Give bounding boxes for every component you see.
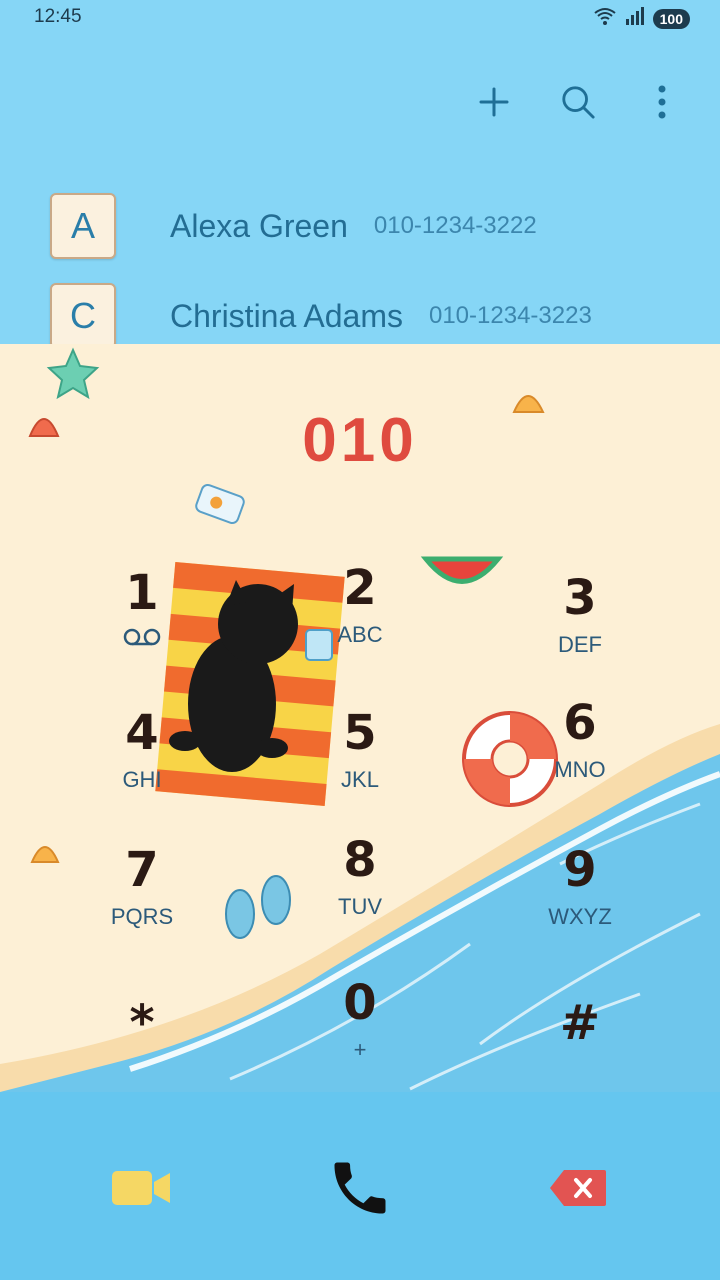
key-digit: 1 (125, 565, 159, 621)
key-letters: DEF (558, 632, 602, 657)
header-area: 12:45 100 A Alexa Green 010-1234-3222 C … (0, 0, 720, 349)
contact-letter-badge: A (50, 193, 116, 259)
key-letters: TUV (338, 894, 382, 919)
signal-icon (625, 7, 645, 30)
key-digit: 6 (563, 695, 597, 751)
key-letters: PQRS (110, 904, 174, 929)
search-icon[interactable] (560, 84, 596, 120)
dialed-number: 010 (302, 406, 418, 475)
contact-letter-badge: C (50, 283, 116, 349)
key-digit: 2 (343, 560, 377, 616)
battery-indicator: 100 (652, 8, 690, 29)
dial-key-4[interactable]: 4 GHI (42, 705, 242, 825)
video-call-icon[interactable] (102, 1150, 182, 1226)
key-digit: 4 (125, 705, 159, 761)
contact-number: 010-1234-3222 (373, 212, 537, 239)
key-digit: 0 (343, 975, 377, 1031)
dial-key-9[interactable]: 9 WXYZ (480, 842, 680, 962)
voicemail-icon (122, 627, 162, 653)
toolbar-actions (476, 84, 680, 120)
key-letters: JKL (341, 767, 379, 792)
phone-call-icon[interactable] (320, 1150, 400, 1226)
key-digit: 5 (343, 705, 377, 761)
key-digit: 9 (563, 842, 597, 898)
key-letters: ABC (337, 622, 383, 647)
status-icons: 100 (593, 6, 690, 31)
dial-key-6[interactable]: 6 MNO (480, 695, 680, 815)
key-digit: 3 (563, 570, 597, 626)
contact-row[interactable]: A Alexa Green 010-1234-3222 (50, 193, 537, 259)
sunscreen-decoration (195, 484, 245, 524)
key-digit: 7 (125, 842, 159, 898)
dial-key-0[interactable]: 0 + (260, 975, 460, 1095)
dial-key-7[interactable]: 7 PQRS (42, 842, 242, 962)
dial-key-2[interactable]: 2 ABC (260, 560, 460, 680)
contact-name: Alexa Green (170, 207, 348, 244)
dial-key-1[interactable]: 1 (42, 565, 242, 685)
wifi-icon (593, 6, 617, 31)
key-letters: GHI (122, 767, 162, 792)
key-digit: 8 (343, 832, 377, 888)
status-time: 12:45 (34, 6, 82, 27)
dial-key-5[interactable]: 5 JKL (260, 705, 460, 825)
dial-key-3[interactable]: 3 DEF (480, 570, 680, 690)
backspace-icon[interactable] (538, 1150, 618, 1226)
starfish-decoration (46, 347, 100, 400)
key-digit: * (129, 995, 155, 1051)
contact-number: 010-1234-3223 (428, 302, 592, 329)
dial-key-8[interactable]: 8 TUV (260, 832, 460, 952)
more-vertical-icon[interactable] (644, 84, 680, 120)
key-letters: WXYZ (548, 904, 612, 929)
key-letters: MNO (554, 757, 606, 782)
key-digit: # (559, 995, 601, 1051)
plus-icon[interactable] (476, 84, 512, 120)
key-letters: + (353, 1037, 367, 1062)
contact-row[interactable]: C Christina Adams 010-1234-3223 (50, 283, 592, 349)
contact-name: Christina Adams (170, 297, 403, 334)
